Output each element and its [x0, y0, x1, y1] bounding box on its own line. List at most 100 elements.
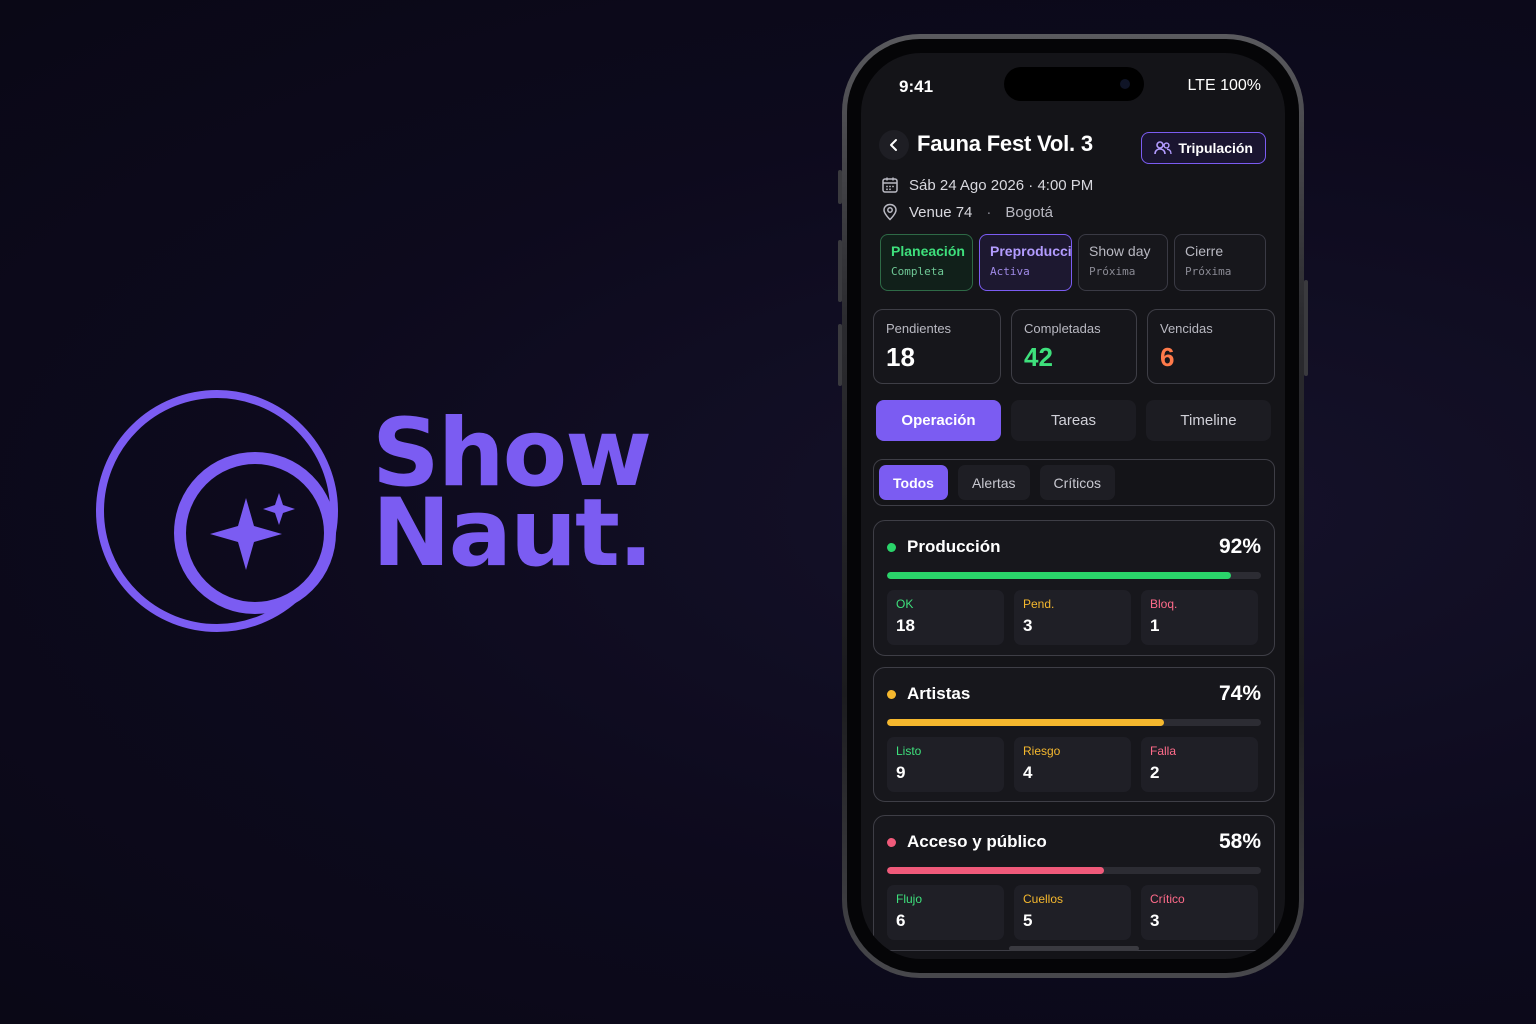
metric-label: Pend.	[1023, 597, 1055, 611]
metric-value: 3	[1023, 616, 1033, 635]
metric-value: 1	[1150, 616, 1160, 635]
metric-tile[interactable]: Bloq. 1	[1141, 590, 1258, 645]
metric-tile[interactable]: Flujo 6	[887, 885, 1004, 940]
tab-timeline[interactable]: Timeline	[1146, 400, 1271, 441]
metric-tile[interactable]: Falla 2	[1141, 737, 1258, 792]
card-percent: 74%	[1218, 682, 1261, 705]
progress-bar	[887, 719, 1261, 726]
progress-fill	[887, 719, 1164, 726]
card-metrics: OK 18 Pend. 3 Bloq. 1	[887, 590, 1261, 645]
event-venue: Venue 74	[909, 203, 973, 221]
metric-tile[interactable]: OK 18	[887, 590, 1004, 645]
tab-operacion[interactable]: Operación	[876, 400, 1001, 441]
back-button[interactable]	[879, 130, 909, 160]
stat-pendientes[interactable]: Pendientes 18	[873, 309, 1001, 384]
card-header: Acceso y público 58%	[887, 830, 1261, 854]
stat-label: Vencidas	[1160, 321, 1213, 336]
users-icon	[1154, 141, 1173, 155]
category-card-artistas[interactable]: Artistas 74% Listo 9 Riesgo 4 Falla 2	[873, 667, 1275, 802]
filter-alertas[interactable]: Alertas	[957, 465, 1030, 500]
metric-value: 2	[1150, 763, 1160, 782]
home-indicator	[1009, 946, 1139, 951]
card-header: Producción 92%	[887, 535, 1261, 559]
metric-tile[interactable]: Cuellos 5	[1014, 885, 1131, 940]
event-city: Bogotá	[1005, 203, 1053, 221]
progress-bar	[887, 867, 1261, 874]
phase-state: Activa	[990, 265, 1030, 278]
metric-tile[interactable]: Crítico 3	[1141, 885, 1258, 940]
card-metrics: Flujo 6 Cuellos 5 Crítico 3	[887, 885, 1261, 940]
card-title: Acceso y público	[907, 832, 1047, 851]
card-percent: 58%	[1218, 830, 1261, 853]
metric-label: Listo	[896, 744, 922, 758]
phase-stepper: Planeación Completa Preproducción Activa…	[880, 234, 1266, 291]
crew-button-label: Tripulación	[1178, 140, 1253, 156]
phone-bezel: 9:41 LTE 100% Fauna Fest Vol. 3 Tripulac…	[847, 39, 1299, 973]
chevron-left-icon	[890, 139, 897, 151]
status-signal-battery: LTE 100%	[1187, 77, 1261, 94]
metric-label: Crítico	[1150, 892, 1185, 906]
phase-show-day[interactable]: Show day Próxima	[1078, 234, 1168, 291]
category-card-produccion[interactable]: Producción 92% OK 18 Pend. 3 Bloq. 1	[873, 520, 1275, 656]
metric-value: 4	[1023, 763, 1033, 782]
phase-preproduccion[interactable]: Preproducción Activa	[979, 234, 1072, 291]
shownaut-logo-icon	[96, 390, 338, 632]
card-metrics: Listo 9 Riesgo 4 Falla 2	[887, 737, 1261, 792]
phase-state: Próxima	[1089, 265, 1136, 278]
card-title: Producción	[907, 537, 1001, 556]
event-date-row: Sáb 24 Ago 2026 · 4:00 PM	[881, 176, 1093, 194]
status-dot	[887, 837, 896, 847]
stat-vencidas[interactable]: Vencidas 6	[1147, 309, 1275, 384]
phone-volume-up	[838, 240, 842, 302]
phase-cierre[interactable]: Cierre Próxima	[1174, 234, 1266, 291]
phone-power-button	[1304, 280, 1308, 376]
metric-label: Cuellos	[1023, 892, 1064, 906]
metric-tile[interactable]: Pend. 3	[1014, 590, 1131, 645]
progress-fill	[887, 572, 1232, 579]
phone-volume-down	[838, 324, 842, 386]
status-dot	[887, 689, 896, 699]
dynamic-island	[1004, 67, 1144, 101]
status-dot	[887, 542, 896, 552]
progress-fill	[887, 867, 1104, 874]
metric-label: Flujo	[896, 892, 923, 906]
camera-icon	[1120, 79, 1130, 89]
metric-value: 9	[896, 763, 906, 782]
metric-label: Bloq.	[1150, 597, 1178, 611]
phase-planeacion[interactable]: Planeación Completa	[880, 234, 973, 291]
stat-label: Pendientes	[886, 321, 952, 336]
metric-value: 18	[896, 616, 915, 635]
progress-bar	[887, 572, 1261, 579]
filter-bar: Todos Alertas Críticos	[873, 459, 1275, 506]
metric-value: 3	[1150, 911, 1160, 930]
brand-word-naut: Naut.	[372, 479, 654, 588]
phase-state: Próxima	[1185, 265, 1232, 278]
phase-name: Preproducción	[990, 243, 1072, 259]
calendar-icon	[882, 177, 898, 193]
metric-label: Riesgo	[1023, 744, 1061, 758]
phase-name: Cierre	[1185, 243, 1224, 259]
venue-separator: ·	[986, 203, 992, 221]
task-stats: Pendientes 18 Completadas 42 Vencidas 6	[873, 309, 1275, 384]
event-date: Sáb 24 Ago 2026 · 4:00 PM	[909, 176, 1094, 194]
location-pin-icon	[883, 203, 897, 221]
stat-label: Completadas	[1024, 321, 1101, 336]
status-time: 9:41	[899, 77, 934, 96]
filter-criticos[interactable]: Críticos	[1039, 465, 1115, 500]
metric-tile[interactable]: Listo 9	[887, 737, 1004, 792]
tab-tareas[interactable]: Tareas	[1011, 400, 1136, 441]
phone-action-button	[838, 170, 842, 204]
phase-name: Show day	[1089, 243, 1151, 259]
metric-tile[interactable]: Riesgo 4	[1014, 737, 1131, 792]
category-card-acceso[interactable]: Acceso y público 58% Flujo 6 Cuellos 5 Crí…	[873, 815, 1275, 951]
main-tabs: Operación Tareas Timeline	[876, 400, 1271, 441]
crew-button[interactable]: Tripulación	[1141, 132, 1266, 164]
phone-frame: 9:41 LTE 100% Fauna Fest Vol. 3 Tripulac…	[838, 34, 1308, 978]
stat-completadas[interactable]: Completadas 42	[1011, 309, 1137, 384]
card-header: Artistas 74%	[887, 682, 1261, 706]
card-title: Artistas	[907, 684, 971, 703]
page-title: Fauna Fest Vol. 3	[917, 131, 1093, 156]
filter-todos[interactable]: Todos	[879, 465, 948, 500]
metric-value: 6	[896, 911, 906, 930]
brand-lockup: Show Naut.	[96, 388, 696, 638]
